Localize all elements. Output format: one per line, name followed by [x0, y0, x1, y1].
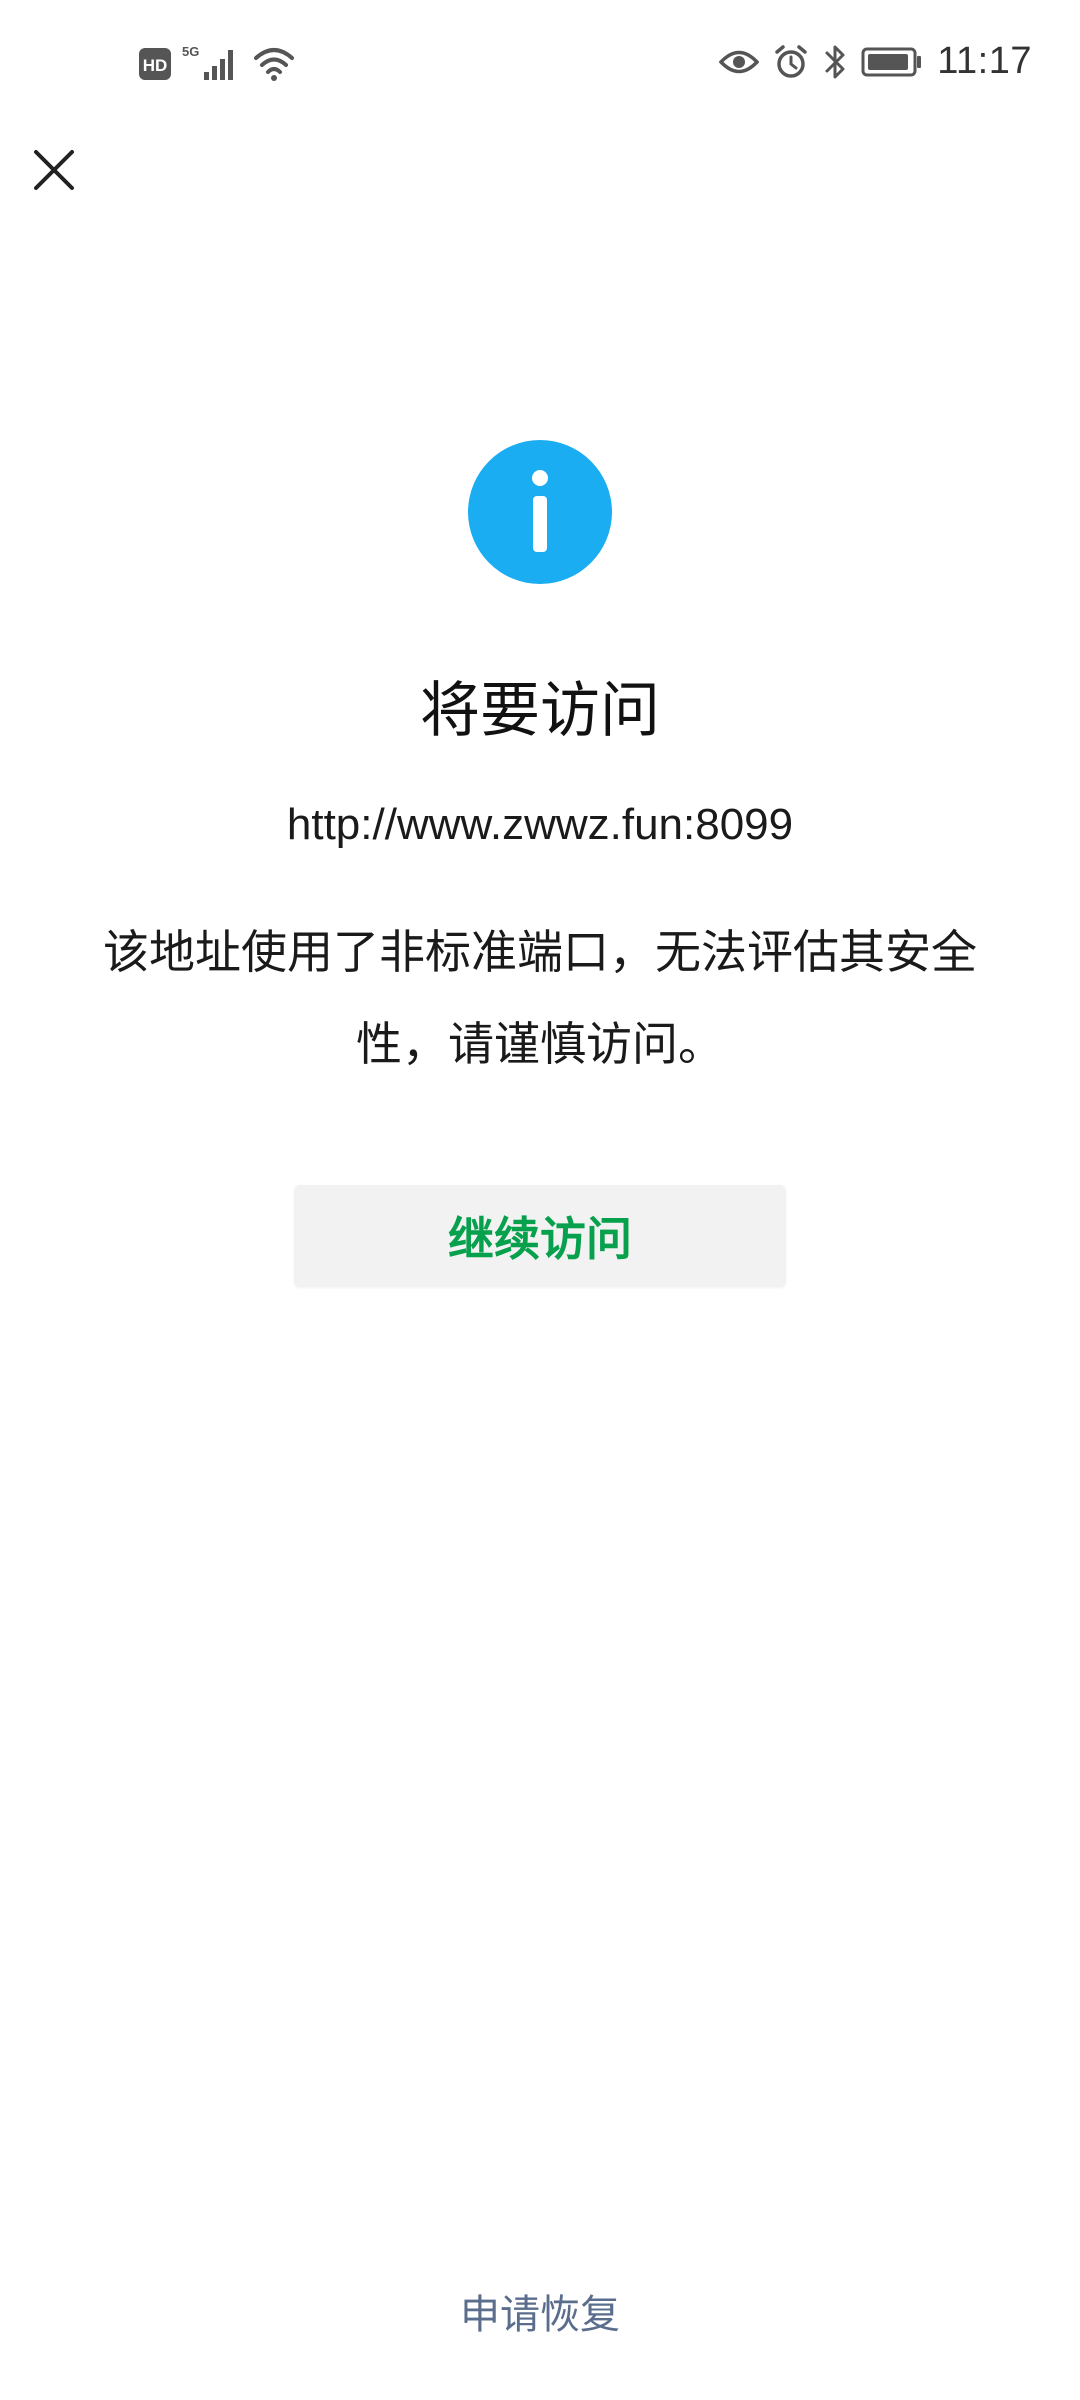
- appeal-restore-link[interactable]: 申请恢复: [0, 2282, 1080, 2340]
- hd-icon: HD: [139, 48, 171, 80]
- warning-message: 该地址使用了非标准端口，无法评估其安全性，请谨慎访问。: [103, 925, 977, 1071]
- status-left: HD 5G: [138, 44, 296, 84]
- 5g-signal-icon: 5G: [182, 44, 233, 80]
- battery-icon: [861, 47, 922, 76]
- status-bar: HD 5G 11:17: [0, 0, 1080, 130]
- hd-label: HD: [143, 56, 168, 75]
- target-url: http://www.zwwz.fun:8099: [286, 800, 794, 849]
- close-button[interactable]: [22, 138, 86, 202]
- network-label: 5G: [182, 44, 199, 59]
- status-right: 11:17: [719, 40, 1032, 83]
- bluetooth-icon: [825, 45, 845, 78]
- eye-icon: [719, 50, 760, 73]
- info-icon: [468, 440, 612, 584]
- status-time: 11:17: [937, 40, 1032, 82]
- close-icon: [34, 150, 74, 190]
- page-title: 将要访问: [420, 676, 660, 746]
- continue-visit-button[interactable]: 继续访问: [294, 1185, 786, 1287]
- alarm-icon: [775, 44, 807, 78]
- wifi-icon: [254, 48, 294, 81]
